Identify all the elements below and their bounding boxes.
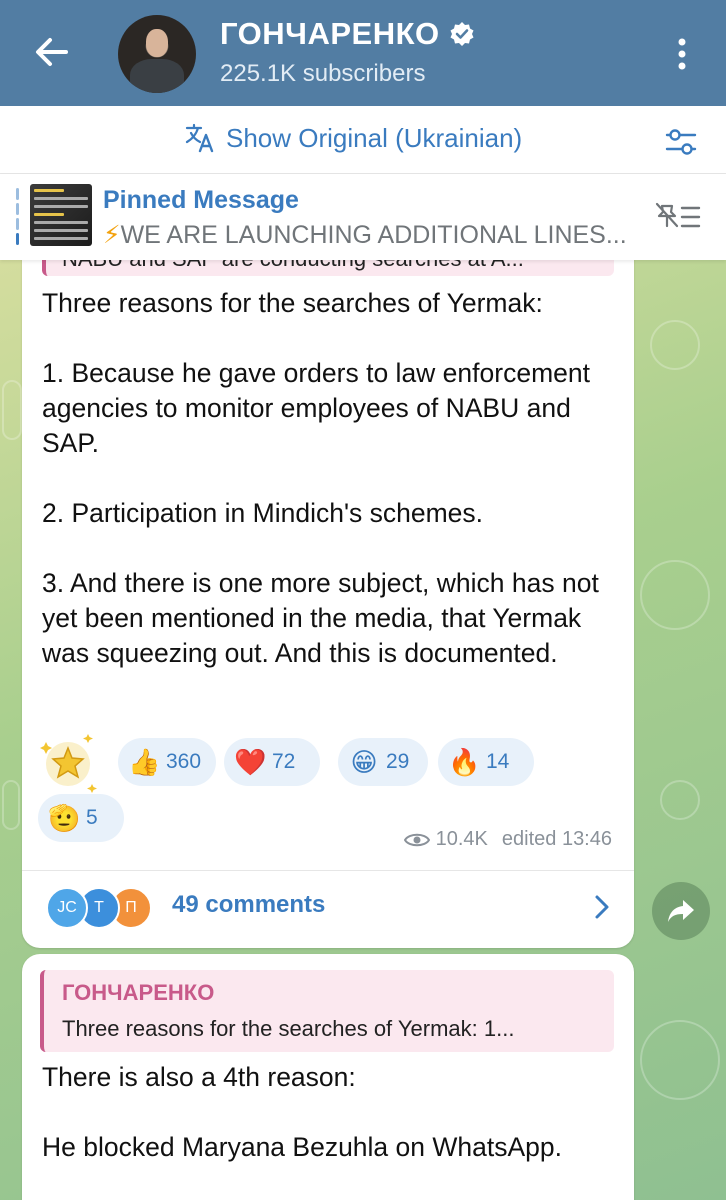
chat-area[interactable]: NABU and SAP are conducting searches at … — [0, 260, 726, 1200]
channel-avatar[interactable] — [118, 15, 196, 93]
lightning-icon: ⚡ — [103, 221, 121, 249]
heart-icon: ❤️ — [234, 747, 267, 777]
show-original-label: Show Original (Ukrainian) — [226, 122, 523, 153]
eye-icon — [403, 833, 430, 846]
show-original-button[interactable]: Show Original (Ukrainian) — [184, 122, 522, 154]
reply-author: ГОНЧАРЕНКО — [62, 980, 215, 1005]
pinned-list-icon[interactable] — [654, 200, 702, 234]
commenter-avatar: JC — [46, 887, 88, 929]
grin-icon: 😁 — [350, 747, 378, 777]
reaction-count: 5 — [86, 806, 98, 829]
channel-title[interactable]: ГОНЧАРЕНКО — [220, 16, 476, 52]
salute-icon: 🫡 — [48, 803, 81, 833]
fire-icon: 🔥 — [448, 747, 481, 777]
reaction-count: 360 — [166, 750, 202, 773]
channel-post[interactable]: ГОНЧАРЕНКО Three reasons for the searche… — [22, 954, 634, 1200]
pin-indicator — [16, 188, 20, 246]
translate-bar: Show Original (Ukrainian) — [0, 106, 726, 174]
reaction-count: 14 — [486, 750, 510, 773]
sparkle-star-reaction-icon[interactable] — [38, 730, 102, 794]
chat-header: ГОНЧАРЕНКО 225.1K subscribers — [0, 0, 726, 106]
pinned-thumbnail — [30, 184, 92, 246]
verified-badge-icon — [450, 22, 474, 46]
subscriber-count: 225.1K subscribers — [220, 60, 426, 87]
reaction-heart[interactable]: ❤️ 72 — [224, 738, 320, 786]
forward-button[interactable] — [652, 882, 710, 940]
comments-button[interactable]: JC T П 49 comments — [22, 871, 634, 943]
edited-time: edited 13:46 — [501, 828, 612, 850]
pinned-title: Pinned Message — [103, 186, 299, 214]
reaction-count: 72 — [272, 750, 296, 773]
message-meta: 10.4K edited 13:46 — [403, 828, 612, 851]
channel-post[interactable]: NABU and SAP are conducting searches at … — [22, 260, 634, 948]
translation-settings-icon[interactable] — [664, 126, 698, 158]
thumbs-up-icon: 👍 — [128, 747, 161, 777]
translate-icon — [185, 123, 214, 153]
reaction-salute[interactable]: 🫡 5 — [38, 794, 124, 842]
reply-quote-text: Three reasons for the searches of Yermak… — [62, 1016, 515, 1041]
reaction-thumbs-up[interactable]: 👍 360 — [118, 738, 216, 786]
reaction-grin[interactable]: 😁 29 — [338, 738, 428, 786]
pinned-message-bar[interactable]: Pinned Message ⚡WE ARE LAUNCHING ADDITIO… — [0, 174, 726, 260]
chevron-right-icon — [595, 895, 609, 919]
reply-quote[interactable]: NABU and SAP are conducting searches at … — [42, 260, 614, 276]
comments-count: 49 comments — [172, 891, 326, 918]
view-count: 10.4K — [435, 828, 488, 850]
reply-quote[interactable]: ГОНЧАРЕНКО Three reasons for the searche… — [40, 970, 614, 1052]
reaction-fire[interactable]: 🔥 14 — [438, 738, 534, 786]
reaction-count: 29 — [386, 750, 410, 773]
pinned-preview-text: WE ARE LAUNCHING ADDITIONAL LINES... — [120, 221, 627, 249]
back-arrow-icon[interactable] — [30, 30, 74, 74]
reply-quote-text: NABU and SAP are conducting searches at … — [62, 260, 524, 272]
pinned-preview: ⚡WE ARE LAUNCHING ADDITIONAL LINES... — [103, 220, 633, 250]
channel-name: ГОНЧАРЕНКО — [220, 16, 440, 51]
message-text: There is also a 4th reason: He blocked M… — [42, 1062, 562, 1162]
share-arrow-icon — [668, 900, 694, 922]
more-menu-icon[interactable] — [668, 34, 696, 74]
message-text: Three reasons for the searches of Yermak… — [42, 288, 599, 668]
